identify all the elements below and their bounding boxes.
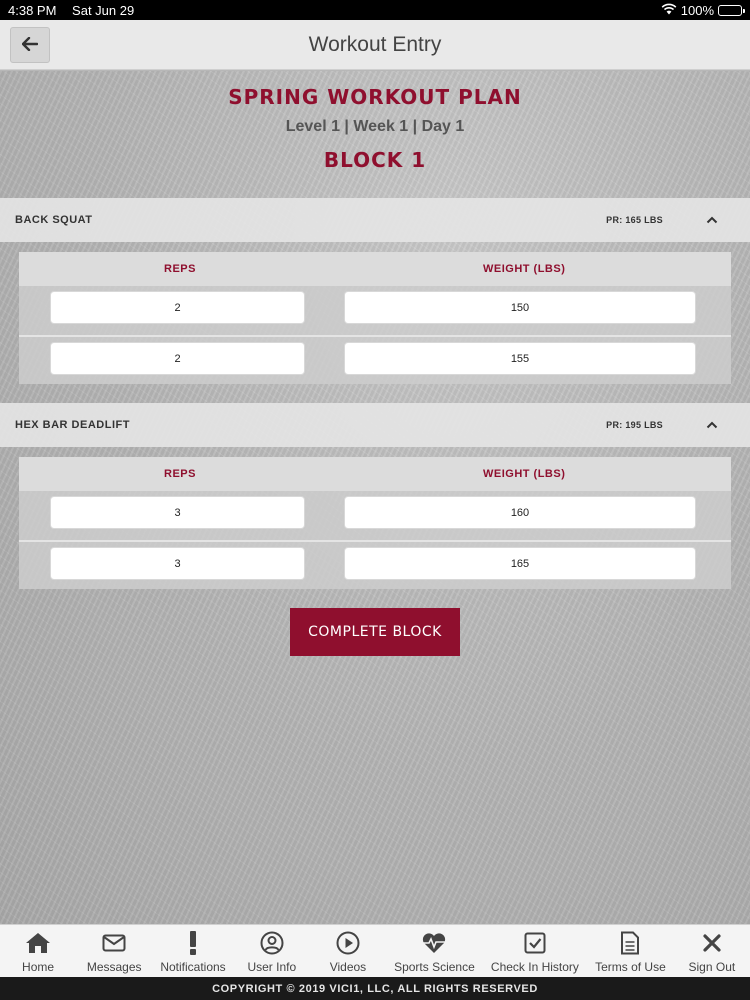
exercise-header[interactable]: HEX BAR DEADLIFT PR: 195 LBS	[0, 403, 750, 447]
back-button[interactable]	[10, 27, 50, 63]
complete-block-button[interactable]: COMPLETE BLOCK	[290, 608, 460, 656]
weight-column-header: WEIGHT (LBS)	[483, 263, 566, 275]
reps-column-header: REPS	[164, 263, 196, 275]
tab-check-in-history[interactable]: Check In History	[491, 925, 579, 974]
close-icon	[703, 931, 721, 955]
checkbox-icon	[524, 931, 546, 955]
page-title: Workout Entry	[308, 32, 442, 56]
chevron-up-icon[interactable]	[706, 213, 718, 227]
sets-table: REPS WEIGHT (LBS) 3 160 3 165	[19, 457, 731, 589]
document-icon	[620, 931, 640, 955]
reps-input[interactable]: 3	[50, 547, 305, 580]
block-title: BLOCK 1	[323, 148, 427, 172]
tab-label: Check In History	[490, 960, 579, 974]
exercise-back-squat: BACK SQUAT PR: 165 LBS REPS WEIGHT (LBS)…	[0, 198, 750, 384]
plan-title: SPRING WORKOUT PLAN	[228, 85, 522, 109]
wifi-icon	[661, 3, 677, 18]
reps-input[interactable]: 2	[50, 342, 305, 375]
tab-home[interactable]: Home	[8, 925, 68, 974]
status-time: 4:38 PM	[8, 2, 57, 18]
tab-messages[interactable]: Messages	[84, 925, 144, 974]
battery-icon	[718, 4, 745, 16]
tab-label: Terms of Use	[595, 960, 666, 974]
tab-label: User Info	[247, 960, 297, 974]
tab-sign-out[interactable]: Sign Out	[682, 925, 742, 974]
tab-label: Videos	[329, 960, 367, 974]
user-icon	[260, 931, 284, 955]
weight-column-header: WEIGHT (LBS)	[483, 468, 566, 480]
tab-terms-of-use[interactable]: Terms of Use	[595, 925, 666, 974]
bottom-tab-bar: Home Messages Notifications User Info Vi…	[0, 924, 750, 977]
tab-user-info[interactable]: User Info	[242, 925, 302, 974]
tab-label: Sports Science	[394, 960, 475, 974]
weight-input[interactable]: 165	[344, 547, 696, 580]
copyright-footer: COPYRIGHT © 2019 VICI1, LLC, ALL RIGHTS …	[0, 977, 750, 1000]
tab-label: Sign Out	[688, 960, 736, 974]
sets-table-header: REPS WEIGHT (LBS)	[19, 252, 731, 286]
personal-record: PR: 165 LBS	[606, 215, 663, 225]
home-icon	[25, 931, 51, 955]
tab-videos[interactable]: Videos	[318, 925, 378, 974]
workout-content: SPRING WORKOUT PLAN Level 1 | Week 1 | D…	[0, 71, 750, 924]
sets-table: REPS WEIGHT (LBS) 2 150 2 155	[19, 252, 731, 384]
set-row: 3 165	[19, 540, 731, 589]
status-bar: 4:38 PM Sat Jun 29 100%	[0, 0, 750, 20]
envelope-icon	[102, 931, 126, 955]
weight-input[interactable]: 160	[344, 496, 696, 529]
weight-input[interactable]: 155	[344, 342, 696, 375]
exercise-header[interactable]: BACK SQUAT PR: 165 LBS	[0, 198, 750, 242]
reps-input[interactable]: 2	[50, 291, 305, 324]
tab-notifications[interactable]: Notifications	[160, 925, 226, 974]
status-date: Sat Jun 29	[72, 2, 135, 18]
set-row: 2 155	[19, 335, 731, 384]
plan-subtitle: Level 1 | Week 1 | Day 1	[285, 118, 465, 135]
tab-sports-science[interactable]: Sports Science	[394, 925, 475, 974]
sets-table-header: REPS WEIGHT (LBS)	[19, 457, 731, 491]
battery-percent: 100%	[680, 2, 714, 18]
exercise-name: BACK SQUAT	[15, 214, 93, 226]
exclamation-icon	[188, 931, 198, 955]
back-arrow-icon	[21, 34, 39, 57]
exercise-hex-bar-deadlift: HEX BAR DEADLIFT PR: 195 LBS REPS WEIGHT…	[0, 403, 750, 589]
chevron-up-icon[interactable]	[706, 418, 718, 432]
navigation-bar: Workout Entry	[0, 20, 750, 70]
tab-label: Home	[22, 960, 55, 974]
heartbeat-icon	[421, 931, 447, 955]
weight-input[interactable]: 150	[344, 291, 696, 324]
personal-record: PR: 195 LBS	[606, 420, 663, 430]
reps-column-header: REPS	[164, 468, 196, 480]
tab-label: Notifications	[160, 960, 226, 974]
tab-label: Messages	[86, 960, 142, 974]
reps-input[interactable]: 3	[50, 496, 305, 529]
play-icon	[336, 931, 360, 955]
set-row: 3 160	[19, 491, 731, 540]
exercise-name: HEX BAR DEADLIFT	[15, 419, 130, 431]
set-row: 2 150	[19, 286, 731, 335]
